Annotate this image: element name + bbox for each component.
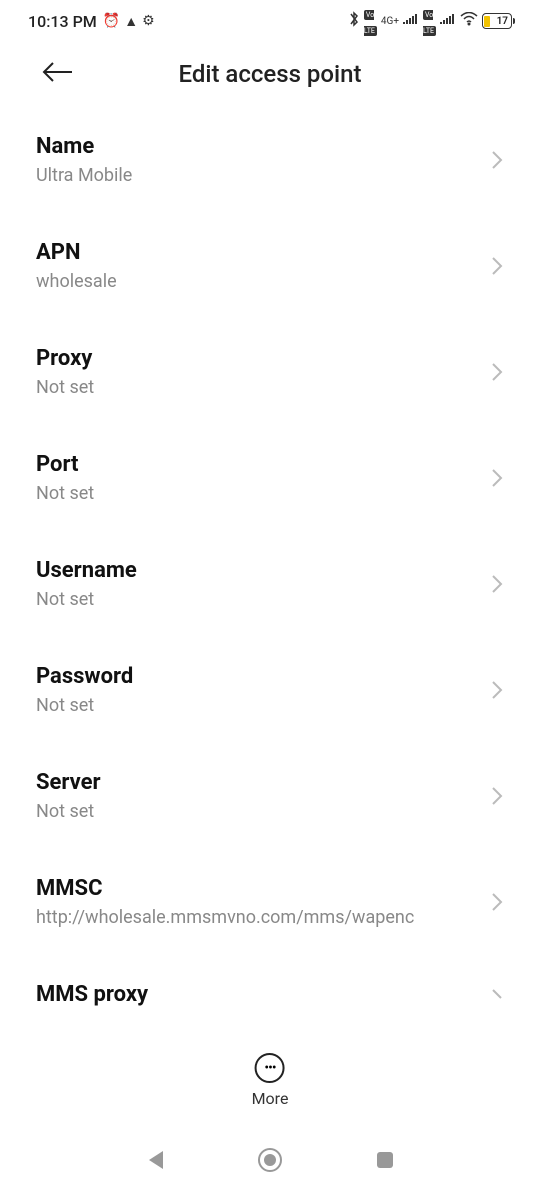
back-button[interactable] — [42, 59, 74, 89]
setting-value: Not set — [36, 377, 478, 398]
setting-row-username[interactable]: Username Not set — [36, 530, 504, 636]
signal-icon-2 — [440, 13, 456, 29]
setting-row-name[interactable]: Name Ultra Mobile — [36, 106, 504, 212]
status-right: VoLTE 4G+ VoLTE 17 — [348, 5, 512, 37]
chevron-right-icon — [490, 679, 504, 701]
more-label: More — [252, 1089, 289, 1108]
network-type-icon: 4G+ — [381, 16, 399, 27]
volte-icon-2: VoLTE — [423, 5, 436, 37]
setting-title: Port — [36, 452, 478, 477]
setting-title: MMSC — [36, 876, 478, 901]
setting-row-apn[interactable]: APN wholesale — [36, 212, 504, 318]
volte-icon-1: VoLTE — [364, 5, 377, 37]
status-time: 10:13 PM — [28, 12, 97, 31]
battery-icon: 17 — [482, 13, 512, 29]
more-button[interactable]: ••• More — [252, 1053, 289, 1108]
status-left: 10:13 PM ⏰ ▲ ⚙ — [28, 12, 155, 31]
setting-title: Name — [36, 134, 478, 159]
more-dots-icon: ••• — [255, 1053, 285, 1083]
setting-title: MMS proxy — [36, 982, 478, 1007]
nav-bar — [0, 1142, 540, 1182]
setting-title: Proxy — [36, 346, 478, 371]
setting-title: APN — [36, 240, 478, 265]
alarm-icon: ⏰ — [103, 13, 120, 29]
status-bar: 10:13 PM ⏰ ▲ ⚙ VoLTE 4G+ VoLTE 17 — [0, 0, 540, 42]
nav-home-button[interactable] — [257, 1147, 283, 1177]
setting-row-mmsc[interactable]: MMSC http://wholesale.mmsmvno.com/mms/wa… — [36, 848, 504, 954]
setting-row-password[interactable]: Password Not set — [36, 636, 504, 742]
chevron-right-icon — [490, 987, 504, 1009]
chevron-right-icon — [490, 573, 504, 595]
chevron-right-icon — [490, 467, 504, 489]
setting-value: wholesale — [36, 271, 478, 292]
back-arrow-icon — [42, 61, 74, 83]
setting-value: Ultra Mobile — [36, 165, 478, 186]
header: Edit access point — [0, 42, 540, 106]
setting-row-port[interactable]: Port Not set — [36, 424, 504, 530]
chevron-right-icon — [490, 255, 504, 277]
chevron-right-icon — [490, 785, 504, 807]
page-title: Edit access point — [178, 60, 361, 88]
warning-icon: ▲ — [124, 13, 138, 30]
chevron-right-icon — [490, 891, 504, 913]
setting-value: Not set — [36, 483, 478, 504]
bluetooth-icon — [348, 11, 360, 31]
nav-recents-button[interactable] — [375, 1150, 395, 1174]
setting-value: Not set — [36, 801, 478, 822]
settings-list: Name Ultra Mobile APN wholesale Proxy No… — [0, 106, 540, 1013]
battery-level: 17 — [497, 16, 508, 27]
setting-title: Password — [36, 664, 478, 689]
chevron-right-icon — [490, 149, 504, 171]
setting-title: Server — [36, 770, 478, 795]
gear-icon: ⚙ — [142, 13, 155, 29]
chevron-right-icon — [490, 361, 504, 383]
setting-row-server[interactable]: Server Not set — [36, 742, 504, 848]
setting-title: Username — [36, 558, 478, 583]
signal-icon-1 — [403, 13, 419, 29]
wifi-icon — [460, 12, 478, 30]
setting-value: Not set — [36, 589, 478, 610]
setting-value: http://wholesale.mmsmvno.com/mms/wapenc — [36, 907, 478, 928]
setting-row-mms-proxy[interactable]: MMS proxy — [36, 954, 504, 1013]
setting-value: Not set — [36, 695, 478, 716]
nav-back-button[interactable] — [145, 1149, 165, 1175]
setting-row-proxy[interactable]: Proxy Not set — [36, 318, 504, 424]
